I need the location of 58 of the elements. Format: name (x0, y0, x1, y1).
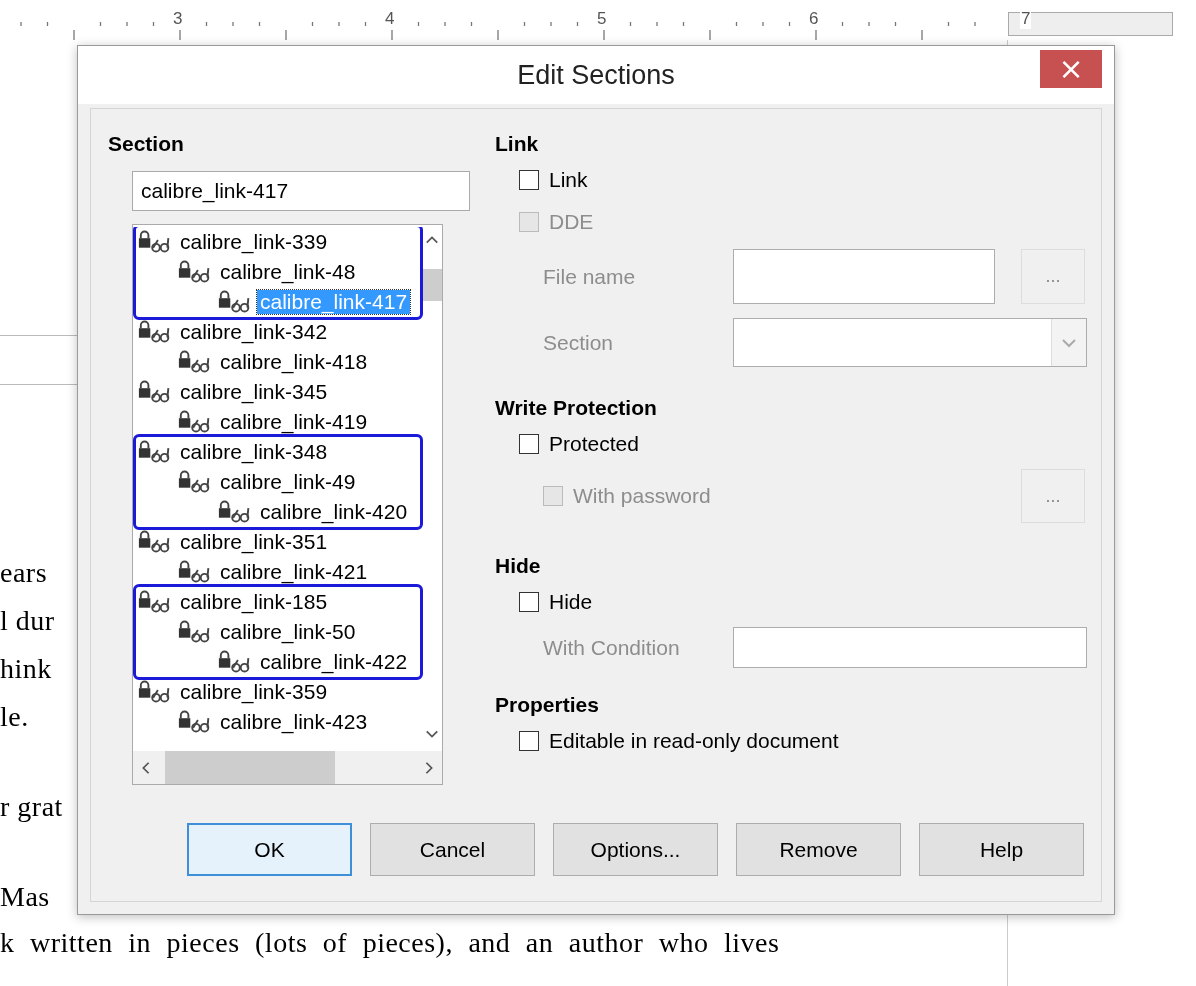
tree-item[interactable]: calibre_link-50 (217, 620, 359, 644)
field-label: File name (543, 264, 637, 289)
dialog-button[interactable]: Options... (553, 823, 718, 876)
tree-item[interactable]: calibre_link-420 (257, 500, 411, 524)
file-name-field[interactable] (733, 249, 995, 304)
tree-item[interactable]: calibre_link-342 (177, 320, 331, 344)
checkbox-label: DDE (549, 210, 594, 234)
checkbox-label: Editable in read-only document (549, 729, 839, 753)
document-text: r grat (0, 790, 63, 824)
field-label: Section (543, 330, 615, 355)
properties-heading: Properties (495, 692, 600, 718)
checkbox[interactable] (519, 170, 539, 190)
tree-item[interactable]: calibre_link-48 (217, 260, 359, 284)
ruler-number: 7 (1020, 9, 1032, 29)
chevron-down-icon (1061, 337, 1077, 348)
section-heading: Section (108, 131, 185, 157)
document-text: l dur (0, 604, 55, 638)
tree-item[interactable]: calibre_link-418 (217, 350, 371, 374)
checkbox[interactable] (519, 434, 539, 454)
write-protection-heading: Write Protection (495, 395, 658, 421)
scroll-down-icon[interactable] (425, 729, 439, 739)
checkbox-label: Protected (549, 432, 639, 456)
scroll-up-icon[interactable] (425, 235, 439, 245)
field-label: With Condition (543, 635, 681, 660)
document-text: Mas (0, 880, 50, 914)
tree-item[interactable]: calibre_link-351 (177, 530, 331, 554)
tree-item[interactable]: calibre_link-422 (257, 650, 411, 674)
tree-item[interactable]: calibre_link-49 (217, 470, 359, 494)
link-heading: Link (495, 131, 540, 157)
checkbox[interactable] (519, 731, 539, 751)
dialog-button[interactable]: Help (919, 823, 1084, 876)
tree-item[interactable]: calibre_link-185 (177, 590, 331, 614)
tree-item[interactable]: calibre_link-423 (217, 710, 371, 734)
condition-field[interactable] (733, 627, 1087, 668)
tree-item[interactable]: calibre_link-419 (217, 410, 371, 434)
window-title: Edit Sections (517, 59, 675, 91)
tree-item[interactable]: calibre_link-348 (177, 440, 331, 464)
dialog-button[interactable]: OK (187, 823, 352, 876)
checkbox-label: Hide (549, 590, 593, 614)
dialog-button[interactable]: Cancel (370, 823, 535, 876)
checkbox-label: With password (573, 484, 711, 508)
document-text: k written in pieces (lots of pieces), and an author who lives (0, 926, 780, 960)
tree-item[interactable]: calibre_link-359 (177, 680, 331, 704)
horizontal-scrollbar[interactable] (133, 751, 442, 784)
close-button[interactable]: × (1040, 50, 1102, 88)
dialog-button[interactable]: Remove (736, 823, 901, 876)
checkbox[interactable] (519, 592, 539, 612)
checkbox-label: Link (549, 168, 588, 192)
tree-item[interactable]: calibre_link-339 (177, 230, 331, 254)
document-text: le. (0, 700, 29, 734)
scroll-right-icon[interactable] (424, 760, 434, 775)
tree-item[interactable]: calibre_link-421 (217, 560, 371, 584)
document-text: ears (0, 556, 48, 590)
scroll-left-icon[interactable] (141, 760, 151, 775)
tree-item[interactable]: calibre_link-345 (177, 380, 331, 404)
hide-heading: Hide (495, 553, 542, 579)
document-text: hink (0, 652, 52, 686)
section-name-field[interactable]: calibre_link-417 (132, 171, 470, 211)
